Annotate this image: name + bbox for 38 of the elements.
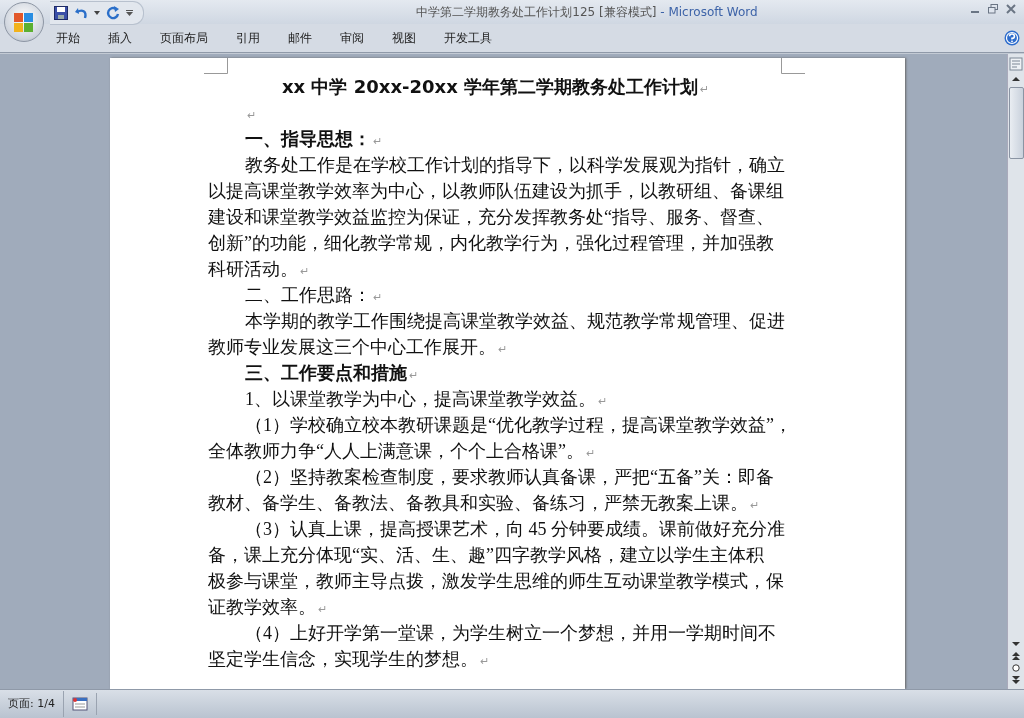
body-paragraph: 本学期的教学工作围绕提高课堂教学效益、规范教学常规管理、促进 教师专业发展这三个中心工作展开。↵ — [208, 310, 786, 359]
section-heading: 三、工作要点和措施↵ — [244, 362, 419, 385]
body-paragraph: 二、工作思路：↵ — [244, 284, 383, 307]
ruler-toggle-icon[interactable] — [1009, 57, 1023, 71]
layout-icon[interactable] — [71, 697, 88, 711]
corner-mark — [204, 58, 228, 74]
body-paragraph: （2）坚持教案检查制度，要求教师认真备课，严把“五备”关：即备 教材、备学生、备教法、备教具和实验、备练习，严禁无教案上课。↵ — [208, 466, 775, 515]
ribbon-tab[interactable]: 引用 — [226, 26, 270, 50]
help-icon[interactable] — [1004, 30, 1020, 46]
restore-icon[interactable] — [988, 4, 998, 14]
customize-caret-icon[interactable] — [126, 10, 133, 16]
undo-icon[interactable] — [74, 6, 88, 20]
redo-icon[interactable] — [106, 6, 120, 20]
ribbon-tab[interactable]: 邮件 — [278, 26, 322, 50]
page-indicator[interactable]: 页面: 1/4 — [0, 691, 64, 717]
ribbon-tab[interactable]: 插入 — [98, 26, 142, 50]
body-paragraph: （1）学校确立校本教研课题是“优化教学过程，提高课堂教学效益”， 全体教师力争“人人上满意课，个个上合格课”。↵ — [208, 414, 793, 463]
close-icon[interactable] — [1006, 4, 1016, 14]
ribbon-tab[interactable]: 开始 — [46, 26, 90, 50]
window-title: 中学第二学期教务处工作计划125 [兼容模式] - Microsoft Word — [415, 4, 759, 21]
scroll-thumb[interactable] — [1008, 87, 1024, 159]
body-paragraph: （3）认真上课，提高授课艺术，向 45 分钟要成绩。课前做好充分准 备，课上充分体现“实、活、生、趣”四字教学风格，建立以学生主体积 极参与课堂，教师主导点拨，激发学生思维的师生互动课堂教学模式，保 证教学效率。↵ — [208, 518, 786, 619]
ribbon-tab[interactable]: 开发工具 — [434, 26, 502, 50]
body-paragraph: 教务处工作是在学校工作计划的指导下，以科学发展观为指针，确立 以提高课堂教学效率为中心，以教师队伍建设为抓手，以教研组、备课组 建设和课堂教学效益监控为保证，充分发挥教务处“指导、服务、督查、 创新”的功能，细化教学常规，内化教学行为，强化过程管理，并加强教 科研活动。↵ — [208, 154, 786, 281]
office-logo-icon — [12, 10, 36, 34]
body-paragraph: （4）上好开学第一堂课，为学生树立一个梦想，并用一学期时间不 坚定学生信念，实现学生的梦想。↵ — [208, 622, 777, 671]
corner-mark — [781, 58, 805, 74]
section-heading: 一、指导思想：↵ — [244, 128, 383, 151]
body-paragraph: 1、以课堂教学为中心，提高课堂教学效益。↵ — [244, 388, 608, 411]
save-icon[interactable] — [54, 6, 68, 20]
office-button[interactable] — [4, 2, 44, 42]
empty-paragraph: ↵ — [246, 108, 257, 123]
document-title: xx 中学 20xx-20xx 学年第二学期教务处工作计划↵ — [281, 75, 711, 99]
browse-object-icon[interactable] — [1009, 663, 1023, 673]
ribbon-tab[interactable]: 审阅 — [330, 26, 374, 50]
ribbon-tab[interactable]: 视图 — [382, 26, 426, 50]
ribbon-tab[interactable]: 页面布局 — [150, 26, 218, 50]
caret-icon[interactable] — [94, 11, 100, 15]
